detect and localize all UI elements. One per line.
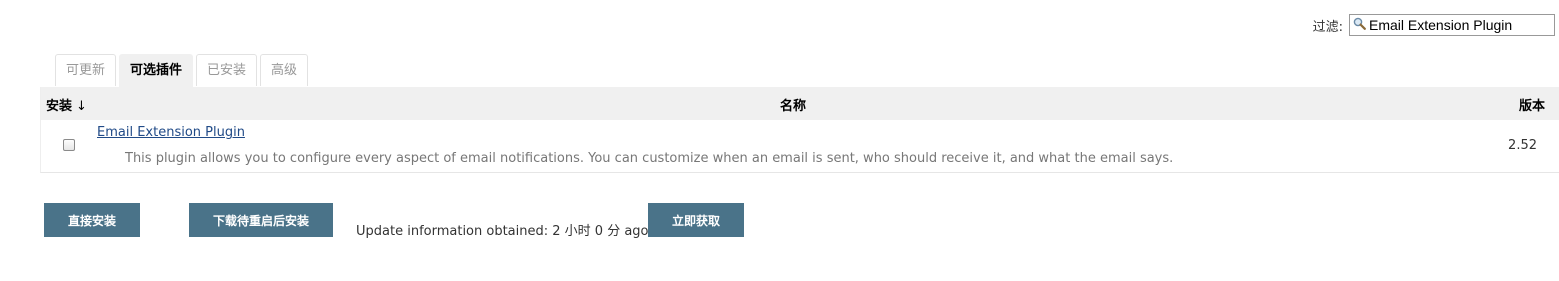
sort-arrow-icon: ↓ [76, 99, 87, 114]
column-header-install[interactable]: 安装 ↓ [46, 95, 87, 114]
tab-updates[interactable]: 可更新 [55, 54, 117, 86]
plugin-table: 安装 ↓ 名称 版本 Email Extension Plugin This pl… [40, 87, 1559, 173]
tab-advanced[interactable]: 高级 [260, 54, 309, 86]
tab-bar: 可更新 可选插件 已安装 高级 [55, 54, 311, 88]
install-checkbox[interactable] [63, 139, 75, 151]
check-now-button[interactable]: 立即获取 [648, 203, 744, 237]
tab-available[interactable]: 可选插件 [119, 54, 194, 88]
table-header: 安装 ↓ 名称 版本 [41, 87, 1559, 120]
filter-bar: 过滤: [1313, 14, 1555, 36]
tab-installed[interactable]: 已安装 [196, 54, 258, 86]
column-header-name[interactable]: 名称 [780, 95, 806, 114]
filter-input[interactable] [1366, 17, 1549, 33]
filter-label: 过滤: [1312, 19, 1343, 35]
plugin-version: 2.52 [1508, 138, 1537, 153]
search-icon [1353, 17, 1366, 34]
plugin-name-link[interactable]: Email Extension Plugin [97, 125, 245, 140]
update-info-text: Update information obtained: 2 小时 0 分 ag… [356, 224, 649, 239]
download-restart-button[interactable]: 下载待重启后安装 [189, 203, 333, 237]
filter-box[interactable] [1349, 14, 1555, 36]
install-now-button[interactable]: 直接安装 [44, 203, 140, 237]
plugin-description: This plugin allows you to configure ever… [125, 151, 1174, 166]
table-row: Email Extension Plugin This plugin allow… [41, 120, 1559, 172]
column-header-version[interactable]: 版本 [1519, 95, 1545, 114]
